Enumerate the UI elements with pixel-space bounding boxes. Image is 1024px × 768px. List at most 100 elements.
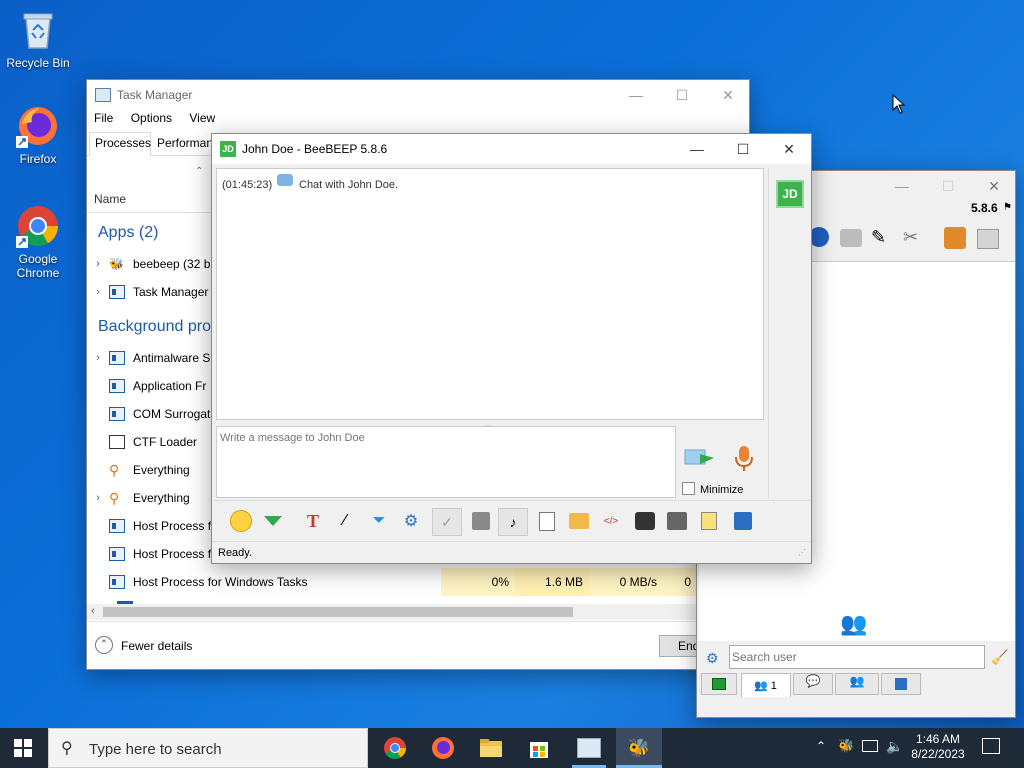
minimize-checkbox[interactable] xyxy=(682,482,695,495)
expand-button[interactable] xyxy=(260,508,286,534)
expand-chevron-icon[interactable]: › xyxy=(87,492,109,504)
clock[interactable]: 1:46 AM 8/22/2023 xyxy=(905,732,971,762)
users-tab-icon: 👥 xyxy=(754,680,768,692)
sort-chevron-icon[interactable]: ⌃ xyxy=(195,166,203,177)
column-header-name[interactable]: Name xyxy=(94,192,126,206)
settings-gear-icon[interactable]: ⚙ xyxy=(706,650,719,667)
tab-chats[interactable]: 💬 xyxy=(793,673,833,695)
desktop-icon-recycle-bin[interactable]: Recycle Bin xyxy=(0,8,76,70)
taskbar-beebeep[interactable]: 🐝 xyxy=(616,728,662,768)
html-icon: </> xyxy=(603,515,619,527)
volume-icon[interactable]: 🔈 xyxy=(886,738,903,755)
search-user-input[interactable] xyxy=(729,645,985,669)
user-avatar[interactable]: JD xyxy=(776,180,804,208)
clear-icon xyxy=(667,512,687,530)
desktop-icon-label: Recycle Bin xyxy=(6,56,70,70)
taskbar-search-box[interactable]: ⚲ Type here to search xyxy=(48,728,368,768)
filter-button[interactable]: ⏷ xyxy=(366,508,392,534)
resize-grip-icon[interactable]: ⋰ xyxy=(798,548,806,557)
html-button[interactable]: </> xyxy=(598,508,624,534)
folder-icon xyxy=(480,739,502,757)
color-button[interactable]: ⁄ xyxy=(332,508,358,534)
mouse-cursor-icon xyxy=(892,93,906,117)
menu-options[interactable]: Options xyxy=(131,111,172,125)
fewer-details-link[interactable]: Fewer details xyxy=(121,639,192,653)
tab-users[interactable]: 👥 1 xyxy=(741,673,791,697)
word-complete-button[interactable] xyxy=(468,508,494,534)
network-icon[interactable] xyxy=(862,740,878,752)
menu-file[interactable]: File xyxy=(94,111,113,125)
beebeep-tray-icon[interactable]: 🐝 xyxy=(838,738,854,754)
taskbar-store[interactable] xyxy=(516,728,562,768)
save-button[interactable] xyxy=(730,508,756,534)
scroll-left-icon[interactable]: ‹ xyxy=(91,605,95,617)
menu-view[interactable]: View xyxy=(189,111,215,125)
expand-chevron-icon[interactable]: › xyxy=(87,258,109,270)
settings-button[interactable]: ⚙ xyxy=(398,508,424,534)
taskbar-firefox[interactable] xyxy=(420,728,466,768)
show-hidden-icons-chevron-icon[interactable]: ⌃ xyxy=(816,739,826,753)
message-input[interactable] xyxy=(216,426,676,498)
expand-chevron-icon[interactable]: › xyxy=(87,286,109,298)
trash-icon[interactable] xyxy=(977,229,999,249)
close-button[interactable]: ✕ xyxy=(705,80,751,110)
transfer-icon[interactable] xyxy=(944,227,966,249)
screenshot-button[interactable] xyxy=(632,508,658,534)
clear-broom-icon[interactable]: 🧹 xyxy=(991,649,1008,666)
process-icon xyxy=(109,407,125,421)
tab-performance[interactable]: Performan xyxy=(157,136,213,150)
spellcheck-icon: ✓ xyxy=(441,513,453,530)
palette-icon: ⁄ xyxy=(343,512,347,529)
maximize-button[interactable]: ☐ xyxy=(720,134,766,164)
desktop-icon-firefox[interactable]: Firefox xyxy=(0,104,76,166)
close-button[interactable]: ✕ xyxy=(971,171,1017,201)
everything-search-icon: ⚲ xyxy=(109,461,120,478)
save-document-icon xyxy=(539,511,555,531)
files-icon xyxy=(895,678,907,690)
horizontal-scrollbar[interactable]: ‹ xyxy=(87,604,749,620)
close-button[interactable]: ✕ xyxy=(766,134,812,164)
message-text: Chat with John Doe. xyxy=(299,179,399,191)
tab-files[interactable] xyxy=(881,673,921,695)
chat-history[interactable]: (01:45:23) Chat with John Doe. xyxy=(216,168,764,420)
taskbar-chrome[interactable] xyxy=(372,728,418,768)
chat-titlebar[interactable]: JD John Doe - BeeBEEP 5.8.6 — ☐ ✕ xyxy=(212,134,811,164)
scrollbar-thumb[interactable] xyxy=(103,607,573,617)
printer-icon[interactable] xyxy=(840,229,862,247)
expand-chevron-icon[interactable]: › xyxy=(87,352,109,364)
jd-avatar-icon: JD xyxy=(220,141,236,157)
notes-button[interactable] xyxy=(696,508,722,534)
maximize-button[interactable]: ☐ xyxy=(659,80,705,110)
desktop-icon-chrome[interactable]: Google Chrome xyxy=(0,204,76,280)
minimize-button[interactable]: — xyxy=(613,80,659,110)
voice-record-button[interactable] xyxy=(732,444,756,474)
taskbar: ⚲ Type here to search 🐝 ⌃ 🐝 🔈 1:46 AM 8/… xyxy=(0,728,1024,768)
spellcheck-button[interactable]: ✓ xyxy=(432,508,462,536)
folder-arrow-icon xyxy=(569,513,589,529)
edit-icon[interactable]: ✎ xyxy=(871,227,886,248)
start-button[interactable] xyxy=(0,728,46,768)
minimize-button[interactable]: — xyxy=(879,171,925,201)
tab-network[interactable] xyxy=(701,673,737,695)
tab-processes[interactable]: Processes xyxy=(89,132,151,156)
font-button[interactable]: T xyxy=(300,508,326,534)
emoticon-button[interactable] xyxy=(228,508,254,534)
sound-button[interactable]: ♪ xyxy=(498,508,528,536)
users-tab-count: 1 xyxy=(770,680,777,692)
minimize-button[interactable]: — xyxy=(674,134,720,164)
tools-icon[interactable]: ✂ xyxy=(903,227,918,248)
task-manager-titlebar[interactable]: Task Manager — ☐ ✕ xyxy=(87,80,749,110)
fewer-details-chevron-icon[interactable]: ⌃ xyxy=(95,636,113,654)
maximize-button[interactable]: ☐ xyxy=(925,171,971,201)
send-button[interactable] xyxy=(684,446,718,470)
tab-groups[interactable]: 👥 xyxy=(835,673,879,695)
recycle-bin-icon xyxy=(16,8,60,52)
save-chat-button[interactable] xyxy=(534,508,560,534)
taskbar-file-explorer[interactable] xyxy=(468,728,514,768)
clear-chat-button[interactable] xyxy=(664,508,690,534)
notifications-icon[interactable] xyxy=(982,738,1000,754)
save-icon xyxy=(734,512,752,530)
globe-icon[interactable] xyxy=(809,227,829,247)
taskbar-task-manager[interactable] xyxy=(566,728,612,768)
send-file-button[interactable] xyxy=(566,508,592,534)
